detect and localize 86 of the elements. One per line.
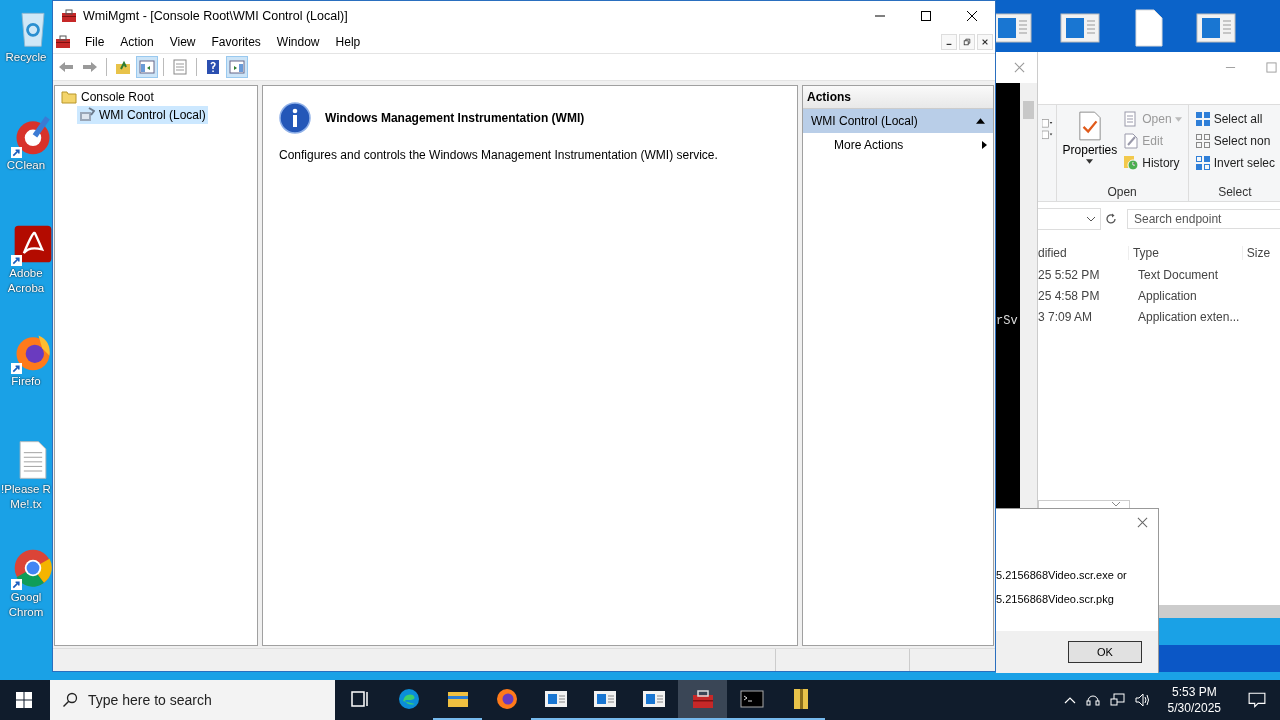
back-arrow-icon bbox=[58, 59, 74, 75]
folder-icon bbox=[115, 59, 131, 75]
column-header[interactable]: Type bbox=[1128, 246, 1243, 260]
menu-item[interactable]: View bbox=[161, 35, 204, 49]
menu-item[interactable]: File bbox=[77, 35, 113, 49]
dialog-text: 5.2156868Video.scr.pkg bbox=[996, 593, 1115, 605]
table-cell-text: Text Document bbox=[1137, 267, 1220, 282]
menu-item[interactable]: Favorites bbox=[203, 35, 269, 49]
ribbon-button[interactable]: Select non bbox=[1192, 131, 1277, 151]
ribbon-button[interactable]: Invert selec bbox=[1192, 153, 1277, 173]
toolbox-icon[interactable] bbox=[55, 34, 71, 50]
computer-icon bbox=[79, 107, 95, 123]
table-cell-text: Application bbox=[1137, 288, 1198, 303]
ribbon-button[interactable]: History bbox=[1121, 153, 1184, 173]
scrollbar[interactable] bbox=[1158, 605, 1280, 618]
triangle-right-icon bbox=[982, 141, 987, 149]
ok-button[interactable]: OK bbox=[1068, 641, 1142, 663]
grid-icon bbox=[1194, 111, 1211, 127]
headset-icon[interactable] bbox=[1084, 692, 1101, 708]
search-field[interactable]: Type here to search bbox=[50, 680, 335, 720]
clock-icon bbox=[1123, 155, 1140, 171]
icon-label: !Please R bbox=[1, 482, 51, 497]
pencil-icon bbox=[1123, 133, 1140, 149]
terminal-icon bbox=[739, 687, 764, 711]
icon-label: Chrom bbox=[8, 605, 44, 620]
chevron-down-icon bbox=[1086, 216, 1096, 222]
action-item[interactable]: More Actions bbox=[803, 133, 993, 157]
menu-item[interactable]: Action bbox=[112, 35, 162, 49]
list-icon bbox=[172, 59, 188, 75]
ribbon-group-label: Select bbox=[1217, 185, 1253, 199]
help-icon bbox=[205, 59, 221, 75]
icon-label: Me!.tx bbox=[10, 497, 42, 512]
icon-label: Recycle bbox=[5, 50, 47, 65]
pane-toggle-button[interactable] bbox=[136, 56, 158, 78]
triangle-icon[interactable] bbox=[976, 118, 985, 124]
table-cell-text: 25 5:52 PM bbox=[1038, 267, 1101, 282]
caret-icon bbox=[1086, 159, 1094, 164]
network-icon[interactable] bbox=[1109, 692, 1126, 708]
icon-label: Adobe bbox=[9, 266, 43, 281]
search-field[interactable]: Search endpoint bbox=[1127, 209, 1280, 229]
close-icon[interactable] bbox=[1137, 517, 1148, 528]
window-title: WmiMgmt - [Console Root\WMI Control (Local)] bbox=[83, 9, 349, 23]
actions-section[interactable]: WMI Control (Local) bbox=[803, 109, 993, 133]
console-text: rSv bbox=[996, 313, 1018, 328]
actions-header: Actions bbox=[803, 86, 993, 109]
table-cell-text: Application exten... bbox=[1137, 309, 1241, 324]
icon-label: Acroba bbox=[7, 281, 45, 296]
icon-label: CClean bbox=[6, 158, 46, 173]
folder-icon bbox=[61, 89, 77, 105]
menu-item[interactable]: Window bbox=[268, 35, 328, 49]
dialog-text: 5.2156868Video.scr.exe or bbox=[996, 569, 1128, 581]
menu-item[interactable]: Help bbox=[327, 35, 369, 49]
forward-arrow-icon bbox=[82, 59, 98, 75]
toolbox-icon bbox=[61, 8, 77, 24]
pane-toggle-button[interactable] bbox=[226, 56, 248, 78]
description-text: Configures and controls the Windows Management Instrumentation (WMI) service. bbox=[279, 148, 719, 162]
tree-item[interactable]: WMI Control (Local) bbox=[77, 106, 208, 124]
search-icon bbox=[62, 692, 78, 708]
browser-icon bbox=[494, 687, 519, 711]
clock[interactable]: 5:53 PM 5/30/2025 bbox=[1159, 684, 1229, 716]
column-header[interactable]: dified bbox=[1038, 246, 1129, 260]
restore-icon[interactable] bbox=[959, 34, 975, 50]
grid-icon bbox=[1194, 133, 1211, 149]
table-cell-text: 25 4:58 PM bbox=[1038, 288, 1101, 303]
info-icon bbox=[279, 102, 311, 134]
pane-icon bbox=[229, 59, 245, 75]
column-header[interactable]: Size bbox=[1242, 246, 1280, 260]
browser-icon bbox=[396, 687, 421, 711]
properties-button[interactable]: Properties bbox=[1060, 109, 1120, 185]
volume-icon[interactable] bbox=[1134, 692, 1151, 708]
table-cell-text: 3 7:09 AM bbox=[1038, 309, 1094, 324]
ribbon-group-label: Open bbox=[1106, 185, 1138, 199]
scrollbar[interactable] bbox=[1020, 83, 1037, 508]
chevron-up-icon[interactable] bbox=[1063, 696, 1076, 704]
grid-icon bbox=[1194, 155, 1211, 171]
content-heading: Windows Management Instrumentation (WMI) bbox=[325, 111, 585, 125]
toolbox-icon bbox=[690, 687, 715, 711]
refresh-icon[interactable] bbox=[1105, 213, 1117, 225]
ribbon-button[interactable]: Select all bbox=[1192, 109, 1277, 129]
chevron-down-icon bbox=[1111, 501, 1121, 507]
icon-label: Googl bbox=[10, 590, 42, 605]
pane-icon bbox=[139, 59, 155, 75]
caret-icon bbox=[1174, 116, 1182, 122]
tree-item[interactable]: Console Root bbox=[59, 88, 156, 106]
checked-document-icon bbox=[1077, 111, 1102, 141]
icon-label: Firefo bbox=[11, 374, 41, 389]
